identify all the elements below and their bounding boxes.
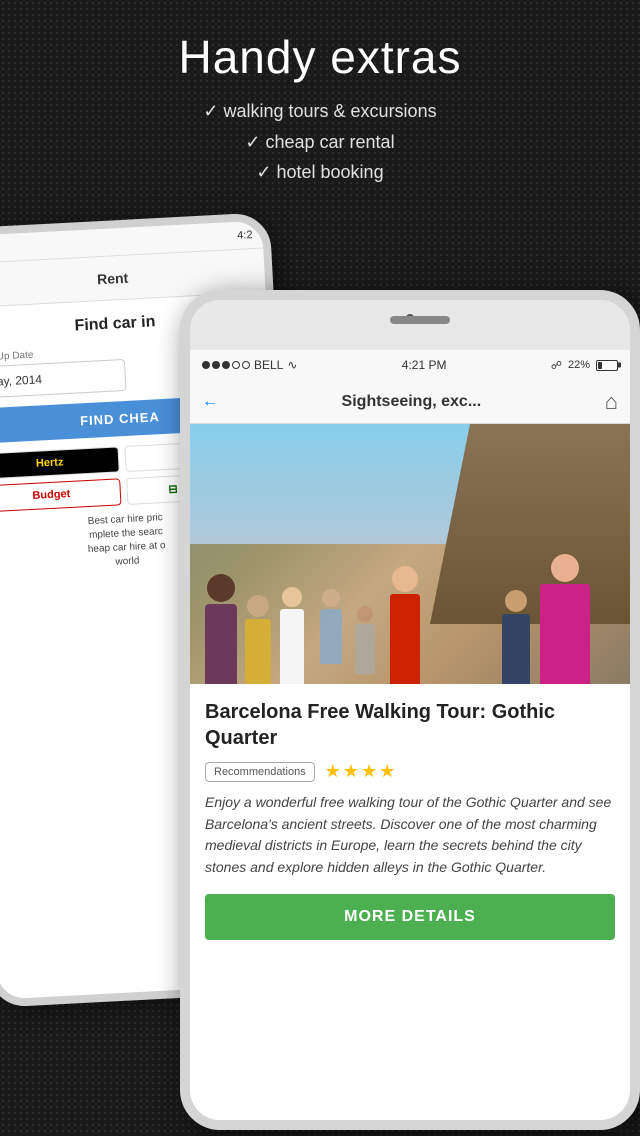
person-5 <box>540 554 590 684</box>
nav-bar: ← Sightseeing, exc... ⌂ <box>190 380 630 424</box>
signal-dots <box>202 361 250 369</box>
recommendations-tag: Recommendations <box>205 762 315 782</box>
person-4 <box>390 566 420 684</box>
tour-content: Barcelona Free Walking Tour: Gothic Quar… <box>190 684 630 955</box>
back-time: 4:2 <box>237 229 253 242</box>
page-title: Handy extras <box>20 30 620 84</box>
signal-dot-5 <box>242 361 250 369</box>
battery-box <box>596 360 618 371</box>
person-3 <box>280 587 304 684</box>
front-status-bar: BELL ∿ 4:21 PM ☍ 22% <box>190 350 630 380</box>
star-4: ★ <box>379 761 395 782</box>
star-3: ★ <box>361 761 377 782</box>
bluetooth-icon: ☍ <box>551 359 562 372</box>
more-details-button[interactable]: MORE DETAILS <box>205 894 615 940</box>
back-nav-title: Rent <box>97 269 129 287</box>
signal-dot-3 <box>222 361 230 369</box>
person-7 <box>320 589 342 664</box>
person-6 <box>502 590 530 684</box>
tour-title: Barcelona Free Walking Tour: Gothic Quar… <box>205 699 615 751</box>
budget-logo: Budget <box>0 478 122 512</box>
tour-tag-row: Recommendations ★ ★ ★ ★ <box>205 761 615 782</box>
header-area: Handy extras ✓ walking tours & excursion… <box>0 0 640 208</box>
front-screen: BELL ∿ 4:21 PM ☍ 22% ← Sightseeing, exc.… <box>190 350 630 1120</box>
home-icon[interactable]: ⌂ <box>605 389 618 415</box>
star-rating: ★ ★ ★ ★ <box>325 761 396 782</box>
pickup-date-field[interactable]: May, 2014 <box>0 359 127 399</box>
tour-image <box>190 424 630 684</box>
guide-figure <box>205 574 237 684</box>
star-2: ★ <box>343 761 359 782</box>
battery-label: 22% <box>568 359 590 371</box>
phone-front: BELL ∿ 4:21 PM ☍ 22% ← Sightseeing, exc.… <box>180 290 640 1130</box>
person-2 <box>245 595 271 684</box>
carrier-label: BELL <box>254 358 283 372</box>
feature-2: ✓ cheap car rental <box>20 127 620 158</box>
hertz-logo: Hertz <box>0 446 120 479</box>
status-left: BELL ∿ <box>202 358 297 372</box>
feature-3: ✓ hotel booking <box>20 157 620 188</box>
tour-description: Enjoy a wonderful free walking tour of t… <box>205 792 615 879</box>
back-button[interactable]: ← <box>202 393 218 411</box>
status-right: ☍ 22% <box>551 359 618 372</box>
signal-dot-4 <box>232 361 240 369</box>
battery-fill <box>598 362 602 369</box>
nav-title: Sightseeing, exc... <box>342 393 482 411</box>
header-subtitle: ✓ walking tours & excursions ✓ cheap car… <box>20 96 620 188</box>
signal-dot-2 <box>212 361 220 369</box>
signal-dot-1 <box>202 361 210 369</box>
feature-1: ✓ walking tours & excursions <box>20 96 620 127</box>
wifi-icon: ∿ <box>287 358 297 372</box>
crowd-scene <box>190 464 630 684</box>
phone-speaker <box>390 316 450 324</box>
star-1: ★ <box>325 761 341 782</box>
person-8 <box>355 606 375 674</box>
battery-indicator <box>596 360 618 371</box>
time-label: 4:21 PM <box>402 358 447 372</box>
